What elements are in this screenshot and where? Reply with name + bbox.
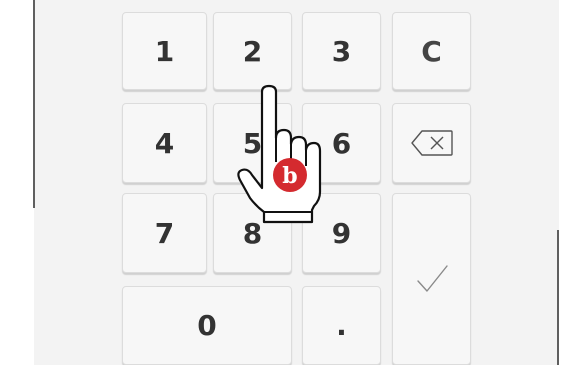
key-8[interactable]: 8 xyxy=(213,193,292,273)
panel-right-edge xyxy=(557,230,559,365)
key-5[interactable]: 5 xyxy=(213,103,292,183)
key-decimal-point[interactable]: . xyxy=(302,286,381,365)
backspace-key[interactable] xyxy=(392,103,471,183)
clear-key[interactable]: C xyxy=(392,12,471,90)
key-7[interactable]: 7 xyxy=(122,193,207,273)
checkmark-icon xyxy=(415,262,449,296)
panel-left-edge xyxy=(33,0,35,208)
backspace-icon xyxy=(410,129,454,157)
enter-key[interactable] xyxy=(392,193,471,365)
keypad-screen: 1 2 3 C 4 5 6 7 8 9 0 . b xyxy=(0,0,574,365)
key-4[interactable]: 4 xyxy=(122,103,207,183)
key-6[interactable]: 6 xyxy=(302,103,381,183)
key-1[interactable]: 1 xyxy=(122,12,207,90)
key-3[interactable]: 3 xyxy=(302,12,381,90)
key-2[interactable]: 2 xyxy=(213,12,292,90)
key-9[interactable]: 9 xyxy=(302,193,381,273)
keypad-panel xyxy=(34,0,559,365)
key-0[interactable]: 0 xyxy=(122,286,292,365)
